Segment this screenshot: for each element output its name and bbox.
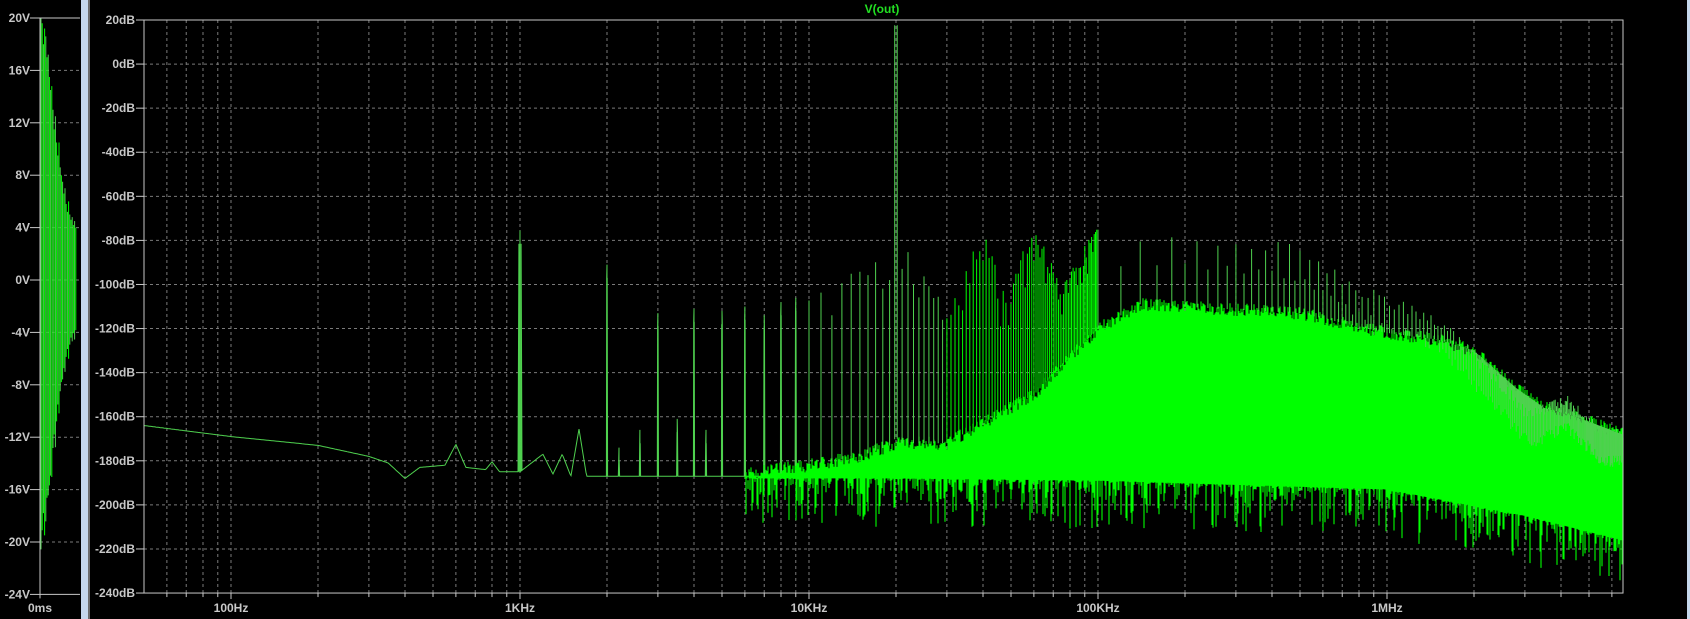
right-y-tick-label: -220dB — [95, 542, 135, 556]
right-y-tick-label: -140dB — [95, 366, 135, 380]
right-y-tick-label: -40dB — [102, 145, 136, 159]
spectrum-low-frequency-trace — [143, 230, 802, 480]
left-y-tick-label: -24V — [5, 587, 30, 601]
right-x-tick-label: 10KHz — [791, 601, 828, 615]
left-y-tick-label: 16V — [9, 63, 30, 77]
right-y-tick-label: -80dB — [102, 233, 136, 247]
right-x-tick-label: 100KHz — [1076, 601, 1119, 615]
right-x-tick-label: 100Hz — [214, 601, 249, 615]
right-y-tick-label: 0dB — [112, 57, 135, 71]
left-y-tick-label: 8V — [15, 168, 30, 182]
plot-canvas[interactable]: 20V 16V 12V 8V 4V 0V -4V -8V -12V -16V -20V -24V0ms… — [0, 0, 1690, 619]
right-y-tick-label: -180dB — [95, 454, 135, 468]
spectrum-noise-band — [744, 298, 1624, 581]
right-y-tick-label: -120dB — [95, 322, 135, 336]
left-y-tick-label: -20V — [5, 535, 30, 549]
waveform-viewer: 20V 16V 12V 8V 4V 0V -4V -8V -12V -16V -20V -24V 0ms… — [0, 0, 1690, 619]
left-y-tick-label: 0V — [15, 273, 30, 287]
left-y-tick-label: -8V — [11, 378, 30, 392]
right-y-tick-label: -20dB — [102, 101, 136, 115]
right-y-tick-label: -200dB — [95, 498, 135, 512]
left-y-tick-label: 4V — [15, 221, 30, 235]
left-y-tick-label: 12V — [9, 116, 30, 130]
left-y-tick-label: -4V — [11, 325, 30, 339]
left-y-tick-label: -16V — [5, 483, 30, 497]
right-x-tick-label: 1MHz — [1371, 601, 1402, 615]
right-y-tick-label: -60dB — [102, 189, 136, 203]
left-y-tick-label: 20V — [9, 11, 30, 25]
left-x-tick-label: 0ms — [28, 601, 52, 615]
left-y-tick-label: -12V — [5, 430, 30, 444]
right-y-tick-label: -240dB — [95, 586, 135, 600]
right-y-tick-label: -100dB — [95, 277, 135, 291]
trace-title-vout[interactable]: V(out) — [865, 2, 900, 16]
left-plot-transient-trace — [40, 18, 77, 550]
right-y-tick-label: 20dB — [106, 13, 136, 27]
right-x-tick-label: 1KHz — [505, 601, 535, 615]
right-y-tick-label: -160dB — [95, 410, 135, 424]
